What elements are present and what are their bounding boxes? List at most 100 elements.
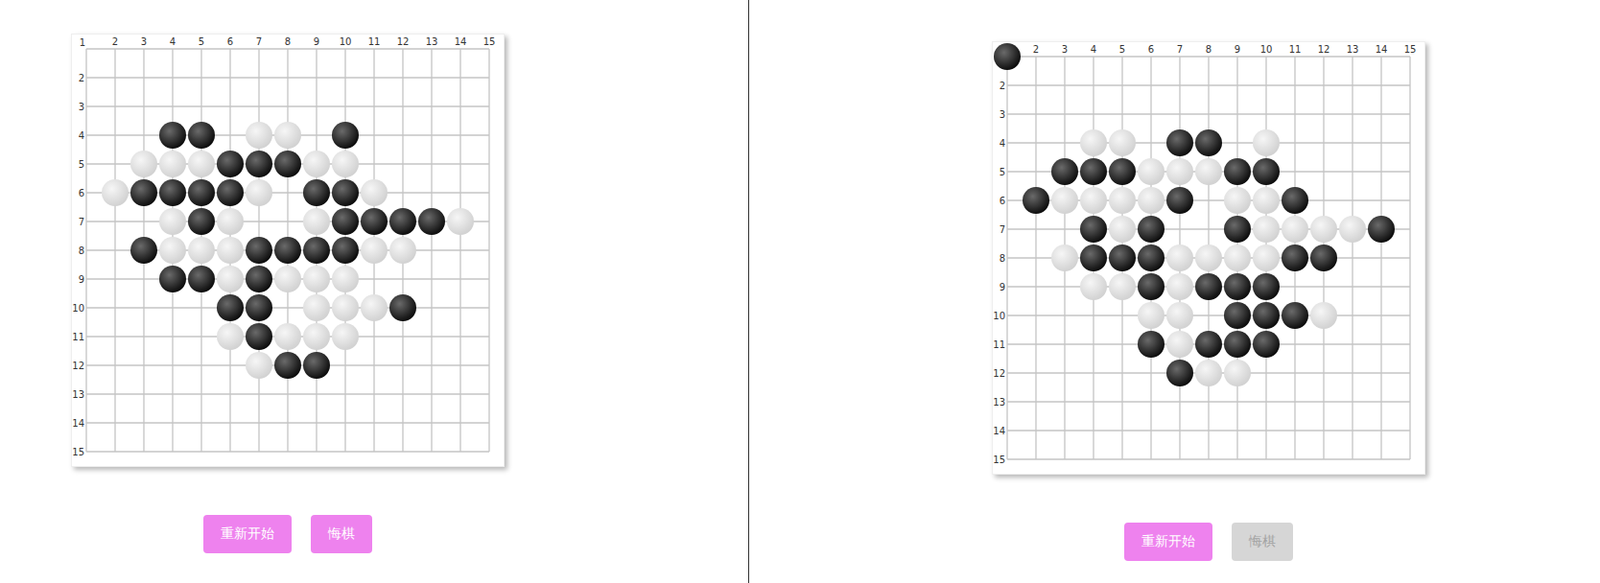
- black-stone: [216, 294, 244, 322]
- white-stone: [1252, 244, 1280, 272]
- white-stone: [245, 121, 273, 149]
- black-stone: [159, 179, 187, 207]
- column-label: 8: [1205, 44, 1212, 55]
- restart-button[interactable]: 重新开始: [203, 515, 292, 554]
- white-stone: [331, 150, 359, 178]
- row-label: 4: [78, 130, 85, 142]
- column-label: 15: [1404, 44, 1417, 55]
- black-stone: [245, 294, 273, 322]
- column-label: 14: [1375, 44, 1389, 55]
- row-label: 4: [999, 138, 1006, 149]
- white-stone: [303, 294, 330, 322]
- black-stone: [1080, 215, 1107, 243]
- white-stone: [159, 150, 187, 178]
- row-label: 2: [78, 72, 85, 84]
- column-label: 6: [227, 36, 234, 48]
- black-stone: [1080, 158, 1107, 186]
- page: 1234567891011121314152345678910111213141…: [0, 0, 1600, 583]
- column-label: 10: [1260, 44, 1273, 55]
- white-stone: [274, 121, 302, 149]
- black-stone: [1252, 302, 1280, 330]
- black-stone: [1252, 330, 1280, 358]
- black-stone: [274, 150, 302, 178]
- white-stone: [303, 150, 330, 178]
- row-label: 11: [992, 339, 1006, 351]
- black-stone: [1281, 302, 1309, 330]
- white-stone: [1137, 302, 1165, 330]
- black-stone: [245, 236, 273, 264]
- row-label: 14: [71, 418, 85, 429]
- black-stone: [1166, 187, 1194, 214]
- column-label: 10: [339, 36, 353, 48]
- white-stone: [331, 294, 359, 322]
- board-grid[interactable]: 1234567891011121314152345678910111213141…: [71, 34, 504, 467]
- black-stone: [360, 208, 388, 236]
- row-label: 13: [71, 389, 85, 400]
- white-stone: [1166, 302, 1194, 330]
- row-label: 7: [999, 224, 1006, 236]
- column-label: 3: [141, 36, 147, 48]
- white-stone: [360, 294, 388, 322]
- game-pane: 2345678910111213141523456789101112131415…: [748, 0, 1600, 583]
- column-label: 2: [112, 36, 118, 48]
- white-stone: [1137, 158, 1165, 186]
- black-stone: [1252, 273, 1280, 301]
- black-stone: [331, 236, 359, 264]
- column-label: 13: [1346, 44, 1360, 55]
- black-stone: [418, 208, 446, 236]
- black-stone: [1223, 302, 1251, 330]
- white-stone: [188, 150, 215, 178]
- black-stone: [303, 179, 330, 207]
- column-label: 2: [1033, 44, 1039, 55]
- game-board[interactable]: 1234567891011121314152345678910111213141…: [70, 33, 505, 468]
- white-stone: [1252, 215, 1280, 243]
- column-label: 3: [1061, 44, 1068, 55]
- row-label: 3: [78, 101, 85, 113]
- board-grid[interactable]: 2345678910111213141523456789101112131415: [992, 42, 1425, 474]
- column-label: 5: [1119, 44, 1126, 55]
- white-stone: [1051, 244, 1079, 272]
- column-label: 6: [1148, 44, 1154, 55]
- undo-button[interactable]: 悔棋: [1231, 522, 1294, 562]
- row-label: 6: [78, 188, 85, 199]
- column-label: 12: [397, 36, 410, 48]
- white-stone: [447, 208, 474, 236]
- white-stone: [1108, 215, 1136, 243]
- black-stone: [1223, 273, 1251, 301]
- white-stone: [245, 352, 273, 379]
- row-label: 10: [71, 303, 85, 314]
- black-stone: [188, 208, 215, 236]
- white-stone: [274, 265, 302, 293]
- white-stone: [1223, 359, 1251, 387]
- undo-button[interactable]: 悔棋: [310, 515, 373, 554]
- black-stone: [188, 265, 215, 293]
- row-label: 6: [999, 195, 1006, 207]
- column-label: 11: [1289, 44, 1302, 55]
- white-stone: [1223, 187, 1251, 214]
- row-label: 3: [999, 109, 1006, 120]
- game-board[interactable]: 2345678910111213141523456789101112131415: [991, 41, 1426, 475]
- white-stone: [1166, 273, 1194, 301]
- black-stone: [216, 179, 244, 207]
- white-stone: [331, 265, 359, 293]
- white-stone: [1310, 302, 1338, 330]
- white-stone: [216, 265, 244, 293]
- white-stone: [1166, 330, 1194, 358]
- restart-button[interactable]: 重新开始: [1124, 522, 1213, 562]
- column-label: 7: [256, 36, 262, 48]
- column-label: 7: [1176, 44, 1183, 55]
- white-stone: [216, 208, 244, 236]
- row-label: 9: [999, 282, 1006, 293]
- black-stone: [1022, 187, 1050, 214]
- white-stone: [1252, 187, 1280, 214]
- white-stone: [274, 323, 302, 351]
- button-row: 重新开始悔棋: [203, 515, 373, 554]
- black-stone: [274, 236, 302, 264]
- white-stone: [1281, 215, 1309, 243]
- black-stone: [1223, 215, 1251, 243]
- black-stone: [1137, 273, 1165, 301]
- black-stone: [1310, 244, 1338, 272]
- white-stone: [1051, 187, 1079, 214]
- black-stone: [1281, 244, 1309, 272]
- white-stone: [1137, 187, 1165, 214]
